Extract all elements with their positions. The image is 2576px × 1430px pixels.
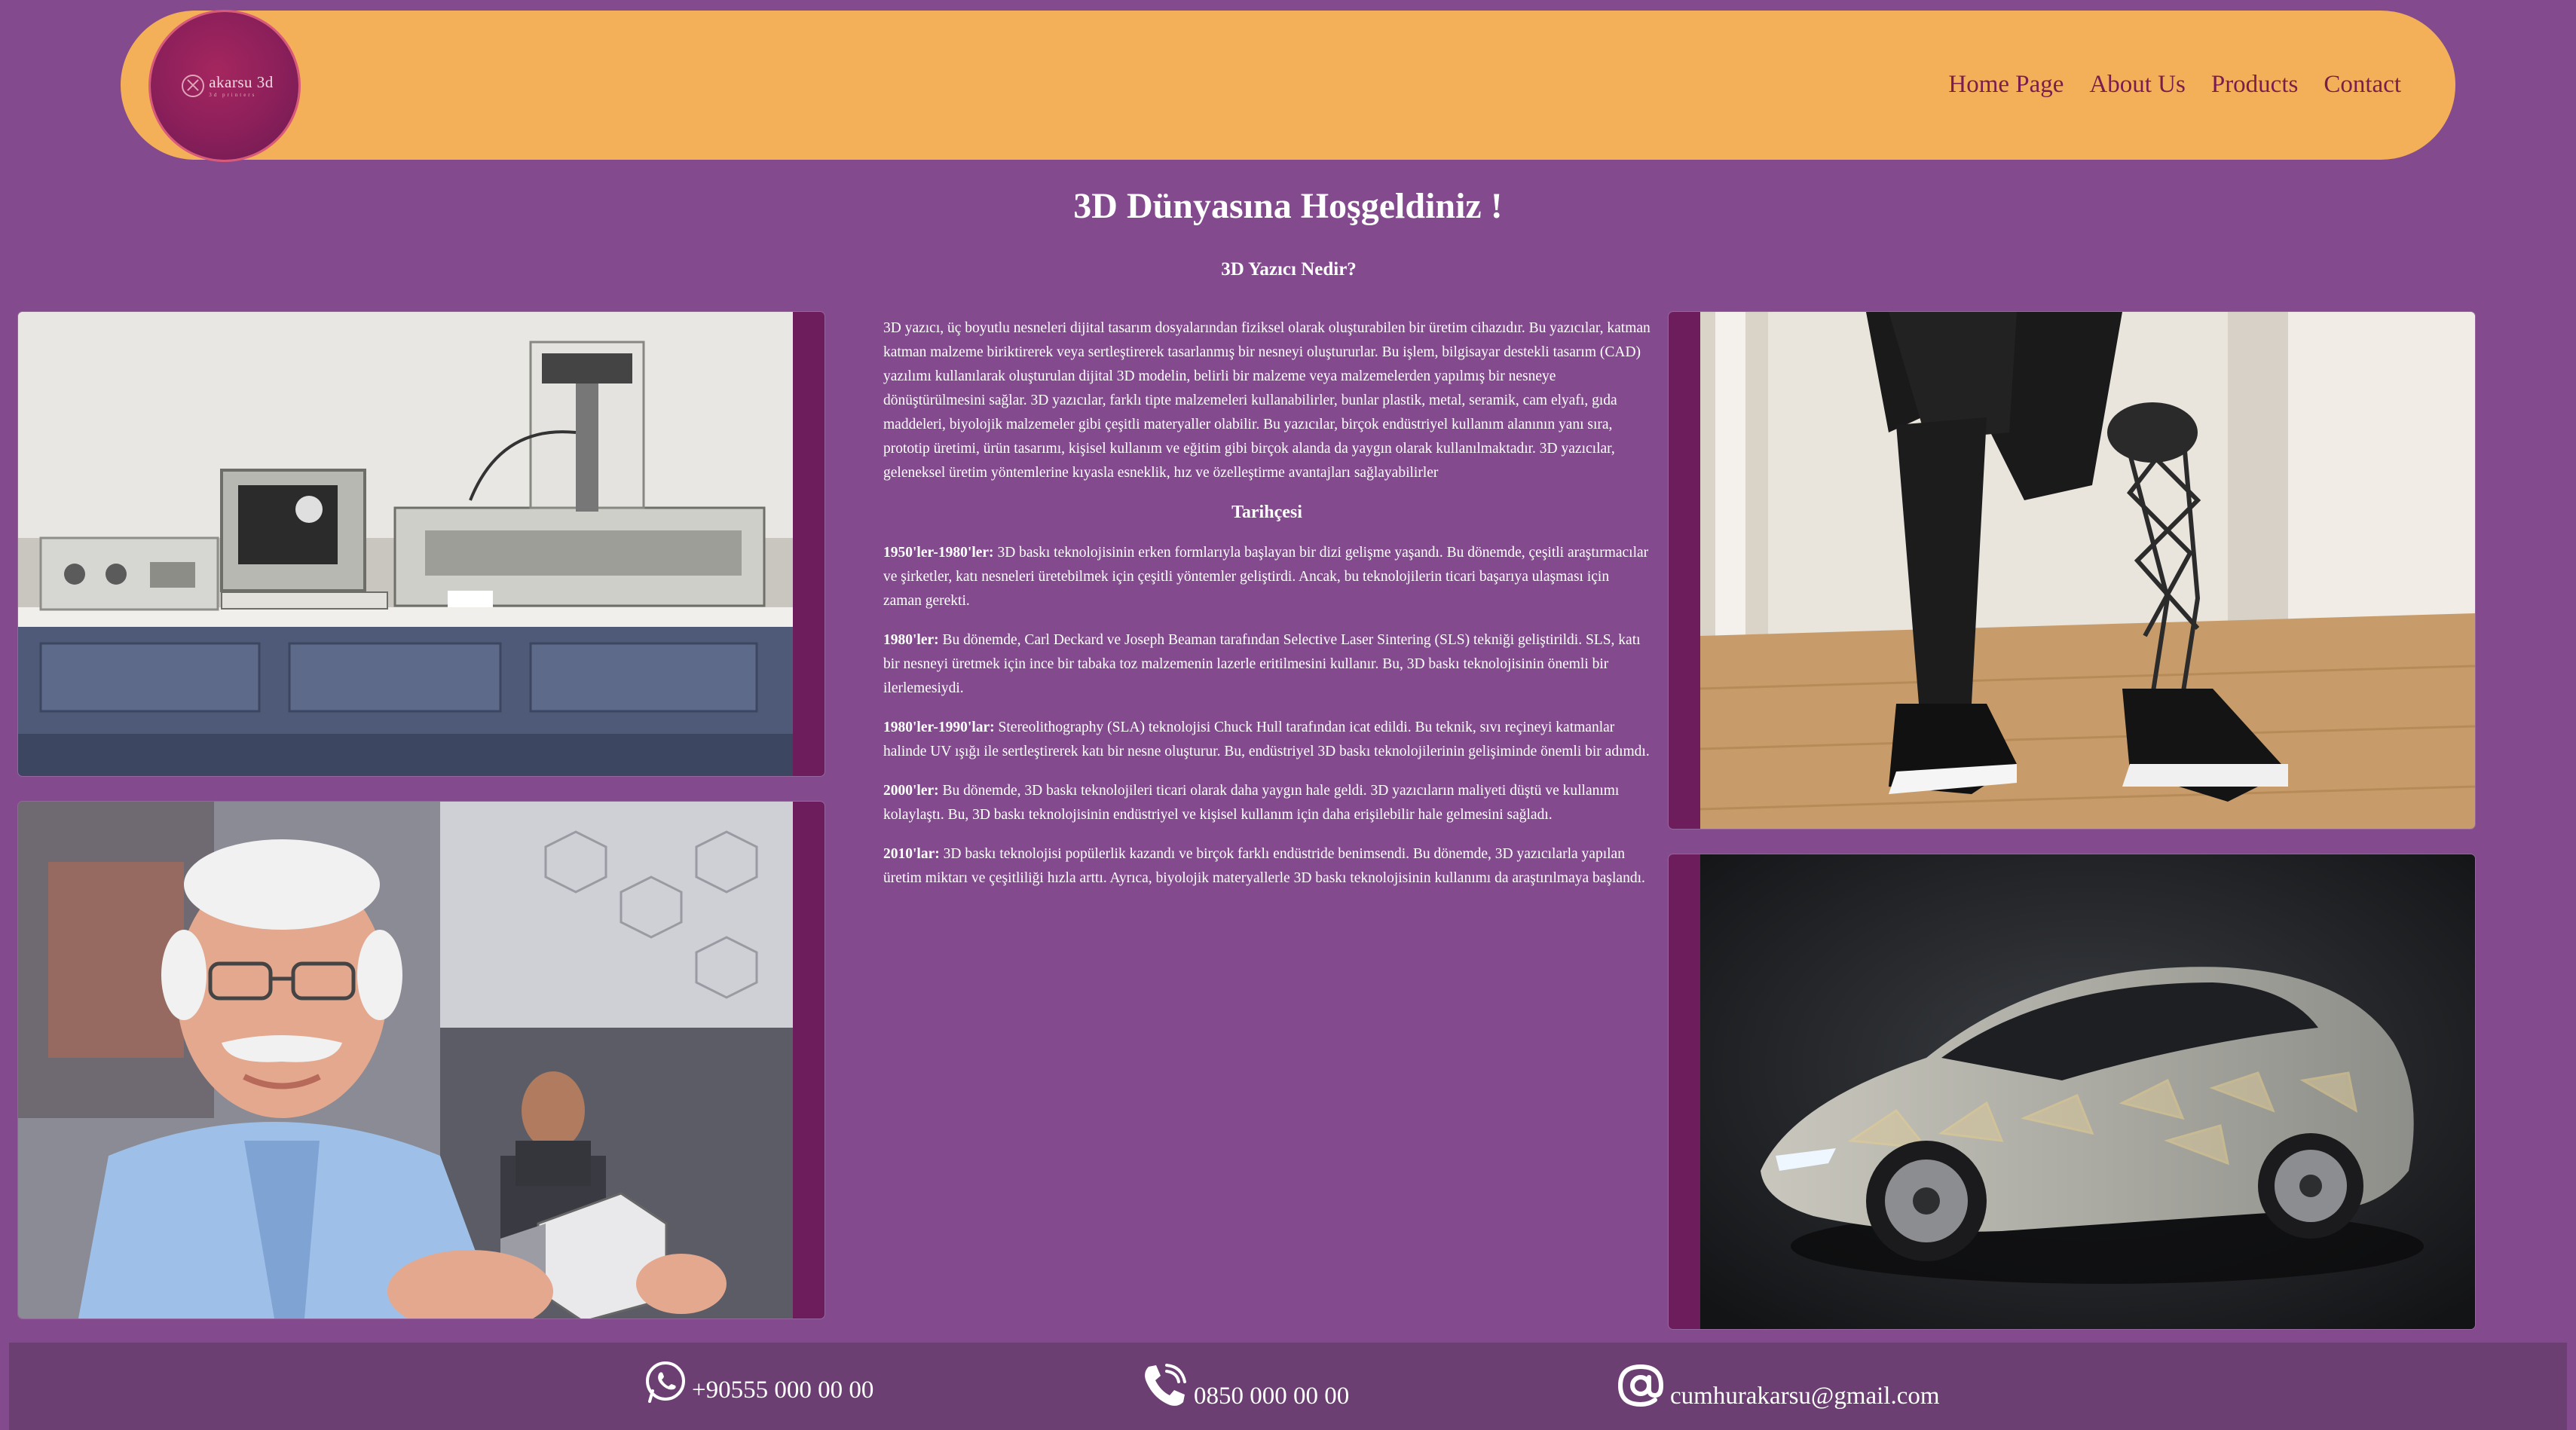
contact-email[interactable]: cumhurakarsu@gmail.com <box>1616 1361 1940 1410</box>
photo-prosthetic-leg <box>1669 312 2475 829</box>
early-printer-image <box>18 312 793 776</box>
history-text: Bu dönemde, Carl Deckard ve Joseph Beama… <box>883 632 1641 696</box>
section-title-what-is: 3D Yazıcı Nedir? <box>1221 259 1357 280</box>
intro-paragraph: 3D yazıcı, üç boyutlu nesneleri dijital … <box>883 320 1651 481</box>
concept-car-image <box>1700 854 2475 1329</box>
main-content: 3D yazıcı, üç boyutlu nesneleri dijital … <box>883 316 1651 906</box>
logo-tagline: 3d printers <box>209 91 257 98</box>
whatsapp-icon <box>646 1361 685 1403</box>
history-period: 2010'lar: <box>883 846 940 862</box>
logo[interactable]: akarsu 3d 3d printers <box>151 12 298 160</box>
prosthetic-leg-image <box>1700 312 2475 829</box>
nav-products[interactable]: Products <box>2211 71 2299 99</box>
history-period: 1980'ler-1990'lar: <box>883 720 995 735</box>
nav-home[interactable]: Home Page <box>1948 71 2064 99</box>
history-text: 3D baskı teknolojisinin erken formlarıyl… <box>883 545 1649 609</box>
history-period: 1980'ler: <box>883 632 939 648</box>
photo-concept-car <box>1669 854 2475 1329</box>
inventor-image <box>18 802 793 1318</box>
photo-inventor-figurine <box>18 802 825 1318</box>
history-title: Tarihçesi <box>1231 503 1302 522</box>
history-period: 1950'ler-1980'ler: <box>883 545 994 561</box>
logo-mark-icon <box>182 75 205 97</box>
history-text: 3D baskı teknolojisi popülerlik kazandı … <box>883 846 1645 886</box>
site-header: akarsu 3d 3d printers Home Page About Us… <box>121 11 2455 160</box>
at-sign-icon <box>1617 1364 1664 1407</box>
history-period: 2000'ler: <box>883 783 939 799</box>
history-item: 1950'ler-1980'ler: 3D baskı teknolojisin… <box>883 541 1651 613</box>
history-text: Stereolithography (SLA) teknolojisi Chuc… <box>883 720 1650 759</box>
history-text: Bu dönemde, 3D baskı teknolojileri ticar… <box>883 783 1620 823</box>
nav-about[interactable]: About Us <box>2089 71 2185 99</box>
whatsapp-number: +90555 000 00 00 <box>692 1377 874 1404</box>
contact-whatsapp[interactable]: +90555 000 00 00 <box>644 1361 873 1404</box>
phone-icon <box>1145 1364 1186 1406</box>
history-item: 1980'ler: Bu dönemde, Carl Deckard ve Jo… <box>883 628 1651 701</box>
history-item: 2010'lar: 3D baskı teknolojisi popülerli… <box>883 842 1651 891</box>
site-footer: +90555 000 00 00 0850 000 00 00 cumhurak… <box>9 1343 2567 1430</box>
history-item: 2000'ler: Bu dönemde, 3D baskı teknoloji… <box>883 779 1651 827</box>
logo-name: akarsu 3d <box>209 72 274 91</box>
contact-phone[interactable]: 0850 000 00 00 <box>1140 1361 1349 1410</box>
history-item: 1980'ler-1990'lar: Stereolithography (SL… <box>883 716 1651 764</box>
main-nav: Home Page About Us Products Contact <box>1948 71 2401 99</box>
photo-early-printer <box>18 312 825 776</box>
phone-number: 0850 000 00 00 <box>1194 1383 1350 1410</box>
email-address: cumhurakarsu@gmail.com <box>1670 1383 1940 1410</box>
page-title: 3D Dünyasına Hoşgeldiniz ! <box>1073 186 1503 226</box>
nav-contact[interactable]: Contact <box>2324 71 2401 99</box>
